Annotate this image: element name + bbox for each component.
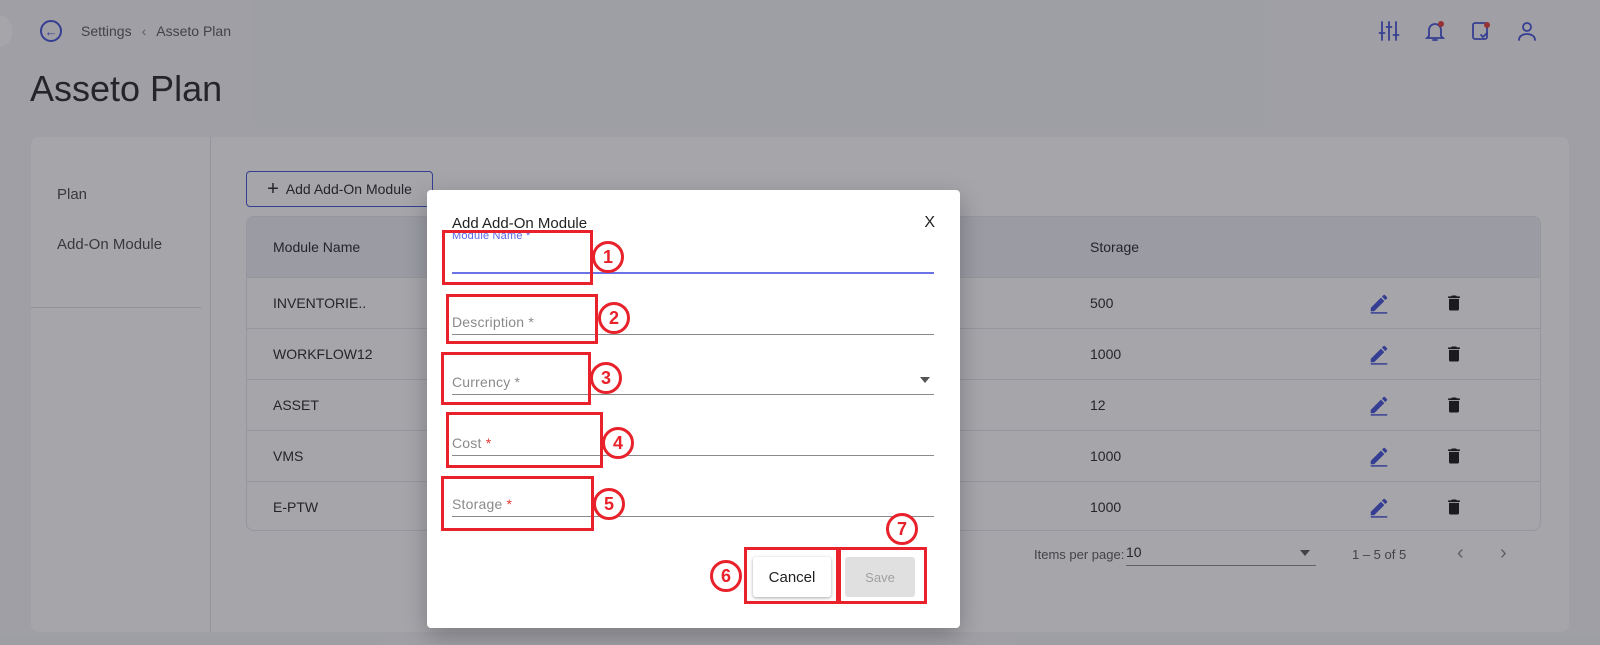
annotation-box-5 <box>441 476 594 531</box>
annotation-number-4: 4 <box>602 427 634 459</box>
annotation-box-1 <box>442 230 593 285</box>
annotation-number-7: 7 <box>886 513 918 545</box>
annotation-number-6: 6 <box>710 560 742 592</box>
close-icon[interactable]: X <box>924 214 935 232</box>
annotation-box-2 <box>446 294 598 344</box>
annotation-number-5: 5 <box>593 488 625 520</box>
annotation-number-3: 3 <box>590 362 622 394</box>
annotation-number-2: 2 <box>598 302 630 334</box>
annotation-number-1: 1 <box>592 241 624 273</box>
annotation-box-4 <box>446 412 603 468</box>
annotation-box-3 <box>441 352 591 405</box>
annotation-box-6 <box>744 547 839 604</box>
chevron-down-icon <box>920 377 930 383</box>
annotation-box-7 <box>838 547 927 604</box>
